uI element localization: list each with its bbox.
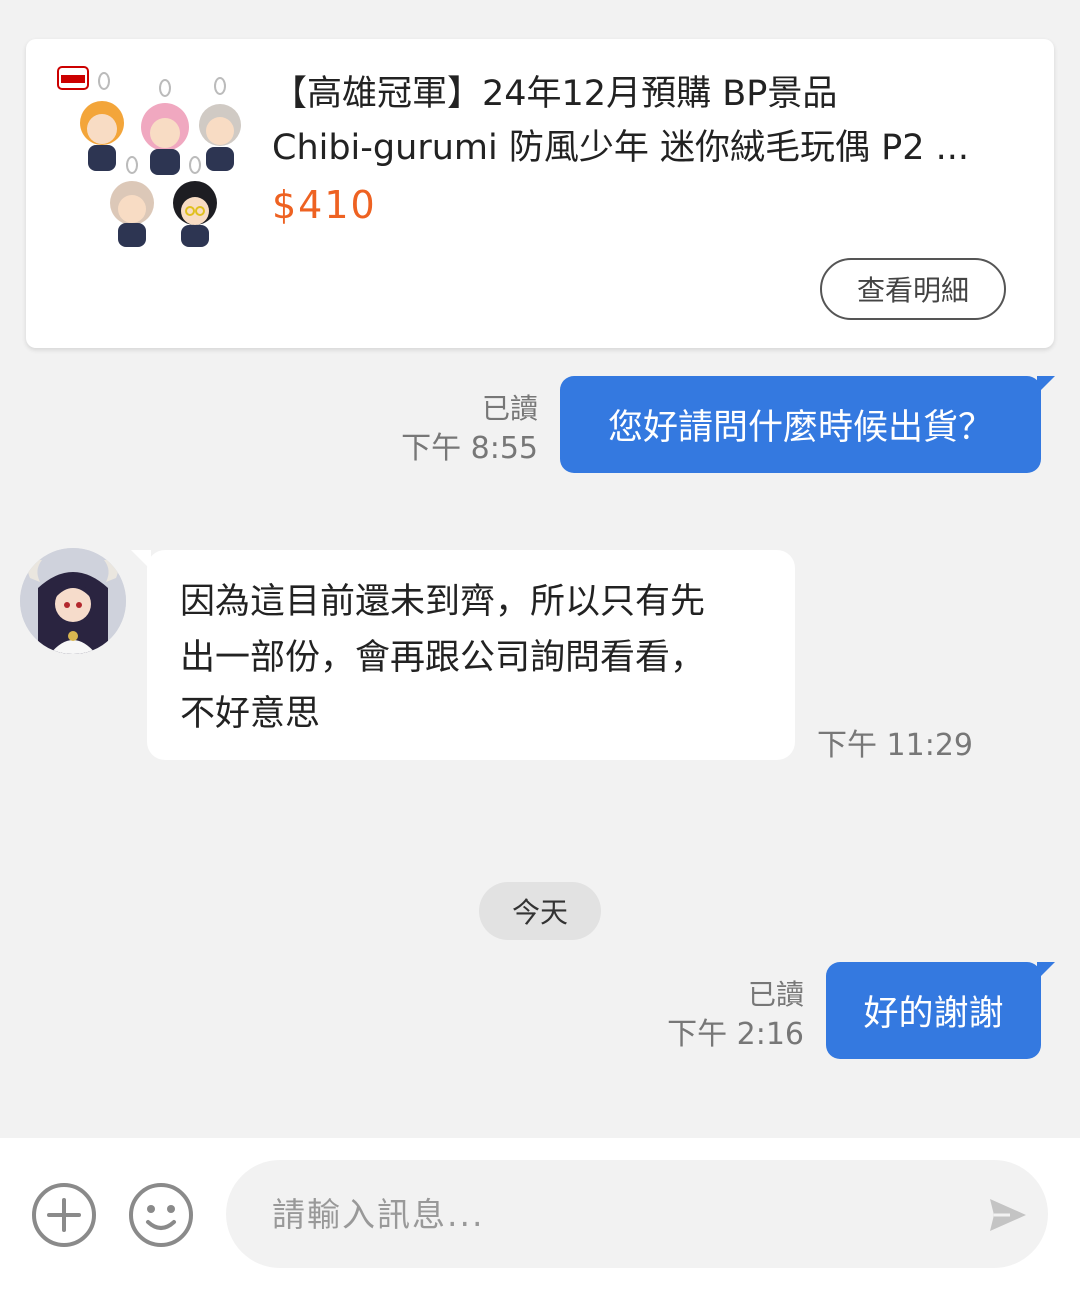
plus-circle-icon[interactable] (31, 1182, 97, 1248)
product-title[interactable]: 【高雄冠軍】24年12月預購 BP景品 Chibi-gurumi 防風少年 迷你… (272, 67, 1012, 175)
product-card[interactable]: 【高雄冠軍】24年12月預購 BP景品 Chibi-gurumi 防風少年 迷你… (26, 39, 1054, 348)
send-icon[interactable] (986, 1193, 1030, 1237)
product-title-line-2: Chibi-gurumi 防風少年 迷你絨毛玩偶 P2 ... (272, 128, 969, 168)
product-image[interactable] (52, 61, 252, 261)
message-meta: 已讀 下午 8:55 (401, 390, 538, 470)
incoming-message-bubble[interactable]: 因為這目前還未到齊，所以只有先 出一部份，會再跟公司詢問看看， 不好意思 (131, 550, 795, 760)
read-status: 已讀 (481, 392, 538, 425)
outgoing-message-bubble[interactable]: 您好請問什麼時候出貨？ (560, 376, 1055, 473)
message-time: 下午 8:55 (401, 431, 538, 466)
message-meta: 已讀 下午 2:16 (667, 976, 804, 1056)
product-price: $410 (272, 183, 377, 227)
date-separator: 今天 (479, 882, 601, 940)
outgoing-message-bubble[interactable]: 好的謝謝 (826, 962, 1055, 1059)
product-title-line-1: 【高雄冠軍】24年12月預購 BP景品 (272, 74, 838, 114)
seller-avatar[interactable] (20, 548, 126, 654)
view-details-button[interactable]: 查看明細 (820, 258, 1006, 320)
smiley-icon[interactable] (128, 1182, 194, 1248)
message-time: 下午 11:29 (817, 728, 973, 763)
message-input-container[interactable] (226, 1160, 1048, 1268)
avatar-image (20, 548, 126, 654)
message-time: 下午 2:16 (667, 1017, 804, 1052)
read-status: 已讀 (747, 978, 804, 1011)
message-input[interactable] (272, 1160, 952, 1268)
